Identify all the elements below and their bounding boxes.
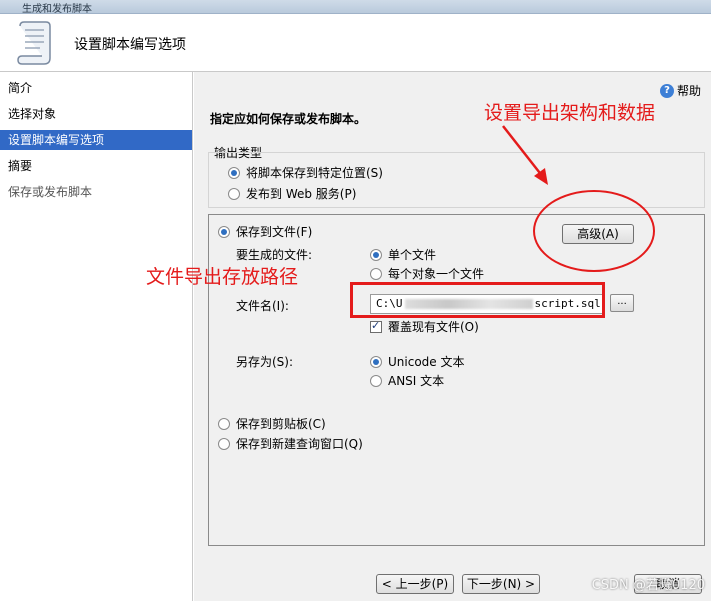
sidebar-item-intro[interactable]: 简介 — [0, 78, 192, 98]
option-save-to-file[interactable]: 保存到文件(F) — [218, 223, 312, 240]
unicode-label: Unicode 文本 — [388, 355, 465, 369]
option-ansi[interactable]: ANSI 文本 — [370, 372, 444, 389]
single-file-label: 单个文件 — [388, 248, 437, 262]
option-save-clipboard[interactable]: 保存到剪贴板(C) — [218, 415, 326, 432]
sidebar-item-summary[interactable]: 摘要 — [0, 156, 192, 176]
help-link[interactable]: ? 帮助 — [659, 82, 701, 99]
annotation-file-path: 文件导出存放路径 — [146, 266, 299, 288]
radio-icon[interactable] — [370, 267, 382, 280]
save-to-file-label: 保存到文件(F) — [236, 225, 313, 239]
radio-selected-icon[interactable] — [218, 225, 230, 238]
option-unicode[interactable]: Unicode 文本 — [370, 353, 464, 370]
radio-icon[interactable] — [370, 374, 382, 387]
save-new-query-label: 保存到新建查询窗口(Q) — [236, 437, 363, 451]
filename-label: 文件名(I): — [236, 299, 289, 313]
sidebar-item-save-publish: 保存或发布脚本 — [8, 185, 93, 199]
options-panel: ? 帮助 指定应如何保存或发布脚本。 输出类型 将脚本保存到特定位置(S) 发布… — [194, 72, 711, 601]
radio-icon[interactable] — [228, 187, 240, 200]
prev-button[interactable]: < 上一步(P) — [376, 574, 454, 594]
page-title: 设置脚本编写选项 — [74, 37, 186, 53]
script-scroll-icon — [17, 21, 51, 65]
option-publish-label: 发布到 Web 服务(P) — [246, 187, 357, 201]
save-as-label: 另存为(S): — [236, 355, 294, 369]
sidebar-item-scripting-options[interactable]: 设置脚本编写选项 — [0, 130, 192, 150]
option-publish-web[interactable]: 发布到 Web 服务(P) — [228, 185, 356, 202]
next-button[interactable]: 下一步(N) > — [462, 574, 540, 594]
annotation-ellipse — [533, 190, 655, 272]
help-label: 帮助 — [676, 84, 701, 98]
instruction-text: 指定应如何保存或发布脚本。 — [210, 112, 367, 126]
title-bar: 生成和发布脚本 — [0, 0, 711, 15]
radio-selected-icon[interactable] — [228, 166, 240, 179]
save-clipboard-label: 保存到剪贴板(C) — [236, 417, 326, 431]
file-per-object-label: 每个对象一个文件 — [388, 267, 485, 281]
annotation-set-export: 设置导出架构和数据 — [484, 102, 656, 124]
radio-selected-icon[interactable] — [370, 248, 382, 261]
browse-button[interactable]: ... — [610, 294, 634, 312]
sidebar-item-select-objects[interactable]: 选择对象 — [0, 104, 192, 124]
option-save-new-query[interactable]: 保存到新建查询窗口(Q) — [218, 435, 363, 452]
annotation-box — [350, 282, 605, 318]
checkbox-checked-icon[interactable] — [370, 319, 382, 333]
radio-selected-icon[interactable] — [370, 355, 382, 368]
ansi-label: ANSI 文本 — [388, 374, 445, 388]
window-title: 生成和发布脚本 — [22, 4, 92, 15]
option-file-per-object[interactable]: 每个对象一个文件 — [370, 265, 484, 282]
radio-icon[interactable] — [218, 437, 230, 450]
overwrite-checkbox[interactable]: 覆盖现有文件(O) — [370, 318, 479, 335]
radio-icon[interactable] — [218, 417, 230, 430]
page-header: 设置脚本编写选项 — [0, 14, 711, 72]
wizard-steps-sidebar: 简介 选择对象 设置脚本编写选项 摘要 保存或发布脚本 — [0, 72, 193, 601]
help-icon: ? — [659, 83, 674, 98]
option-save-to-location[interactable]: 将脚本保存到特定位置(S) — [228, 164, 383, 181]
option-save-label: 将脚本保存到特定位置(S) — [246, 166, 383, 180]
files-to-generate-label: 要生成的文件: — [236, 248, 313, 262]
option-single-file[interactable]: 单个文件 — [370, 246, 436, 263]
watermark: CSDN @若曦0120 — [591, 578, 705, 593]
overwrite-label: 覆盖现有文件(O) — [388, 320, 479, 334]
